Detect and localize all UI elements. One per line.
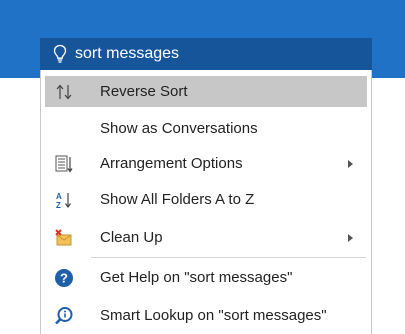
menu-item-label: Smart Lookup on "sort messages" bbox=[100, 307, 327, 324]
menu-item-clean-up[interactable]: Clean Up bbox=[45, 222, 367, 253]
search-results-menu: Reverse Sort Show as Conversations Arran… bbox=[40, 70, 372, 334]
submenu-arrow-icon bbox=[348, 159, 353, 168]
clean-up-icon bbox=[54, 228, 74, 248]
menu-item-show-as-conversations[interactable]: Show as Conversations bbox=[45, 113, 367, 144]
menu-item-label: Show All Folders A to Z bbox=[100, 191, 255, 208]
svg-text:Z: Z bbox=[56, 201, 61, 210]
search-input[interactable] bbox=[75, 45, 345, 63]
menu-item-label: Reverse Sort bbox=[100, 83, 188, 100]
arrangement-icon bbox=[54, 154, 74, 174]
lightbulb-icon bbox=[51, 43, 69, 65]
menu-item-show-all-folders-a-to-z[interactable]: A Z Show All Folders A to Z bbox=[45, 184, 367, 215]
sort-az-icon: A Z bbox=[54, 190, 74, 210]
menu-item-get-help[interactable]: ? Get Help on "sort messages" bbox=[45, 262, 367, 293]
menu-item-label: Show as Conversations bbox=[100, 120, 258, 137]
smart-lookup-icon bbox=[54, 306, 74, 326]
svg-text:?: ? bbox=[60, 270, 68, 285]
menu-separator bbox=[91, 257, 366, 258]
menu-item-reverse-sort[interactable]: Reverse Sort bbox=[45, 76, 367, 107]
menu-item-label: Clean Up bbox=[100, 229, 163, 246]
tell-me-search-box[interactable] bbox=[40, 38, 372, 70]
svg-text:A: A bbox=[56, 192, 62, 201]
menu-item-label: Arrangement Options bbox=[100, 155, 243, 172]
menu-item-smart-lookup[interactable]: Smart Lookup on "sort messages" bbox=[45, 300, 367, 331]
reverse-sort-icon bbox=[54, 82, 74, 102]
menu-item-arrangement-options[interactable]: Arrangement Options bbox=[45, 148, 367, 179]
menu-item-label: Get Help on "sort messages" bbox=[100, 269, 293, 286]
submenu-arrow-icon bbox=[348, 233, 353, 242]
help-icon: ? bbox=[54, 268, 74, 288]
